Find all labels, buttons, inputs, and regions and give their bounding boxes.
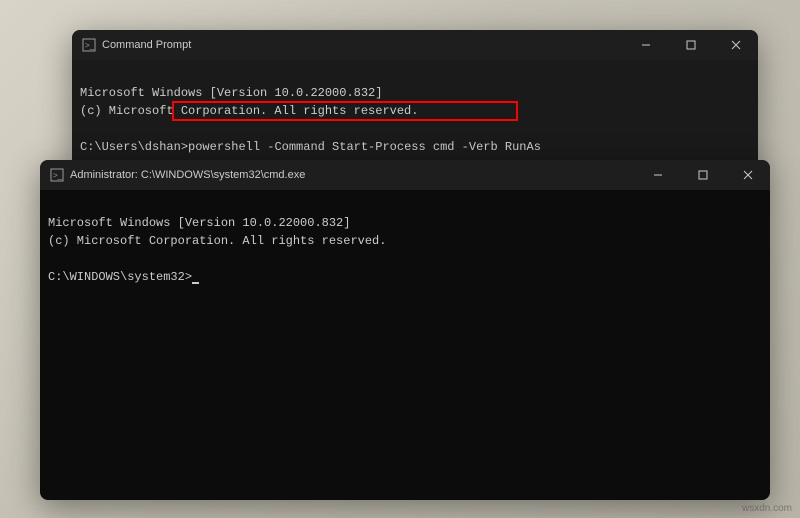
minimize-button[interactable] [635,160,680,190]
version-line: Microsoft Windows [Version 10.0.22000.83… [48,216,350,230]
cursor [192,282,199,284]
prompt-path: C:\WINDOWS\system32> [48,270,192,284]
svg-text:>_: >_ [85,41,95,50]
titlebar-left: >_ Command Prompt [82,38,191,52]
watermark: wsxdn.com [742,503,792,514]
close-button[interactable] [725,160,770,190]
cmd-icon: >_ [50,168,64,182]
terminal-body-back[interactable]: Microsoft Windows [Version 10.0.22000.83… [72,60,758,175]
copyright-line: (c) Microsoft Corporation. All rights re… [48,234,386,248]
close-button[interactable] [713,30,758,60]
entered-command: powershell -Command Start-Process cmd -V… [188,140,541,154]
svg-text:>_: >_ [53,171,63,180]
version-line: Microsoft Windows [Version 10.0.22000.83… [80,86,382,100]
titlebar-left: >_ Administrator: C:\WINDOWS\system32\cm… [50,168,305,182]
titlebar-back[interactable]: >_ Command Prompt [72,30,758,60]
maximize-button[interactable] [668,30,713,60]
copyright-line: (c) Microsoft Corporation. All rights re… [80,104,418,118]
window-controls-front [635,160,770,190]
titlebar-front[interactable]: >_ Administrator: C:\WINDOWS\system32\cm… [40,160,770,190]
minimize-button[interactable] [623,30,668,60]
maximize-button[interactable] [680,160,725,190]
window-title-back: Command Prompt [102,39,191,51]
window-title-front: Administrator: C:\WINDOWS\system32\cmd.e… [70,169,305,181]
terminal-body-front[interactable]: Microsoft Windows [Version 10.0.22000.83… [40,190,770,310]
cmd-icon: >_ [82,38,96,52]
prompt-path: C:\Users\dshan> [80,140,188,154]
command-prompt-window: >_ Command Prompt Microsoft Windows [Ver… [72,30,758,175]
window-controls-back [623,30,758,60]
admin-cmd-window: >_ Administrator: C:\WINDOWS\system32\cm… [40,160,770,500]
